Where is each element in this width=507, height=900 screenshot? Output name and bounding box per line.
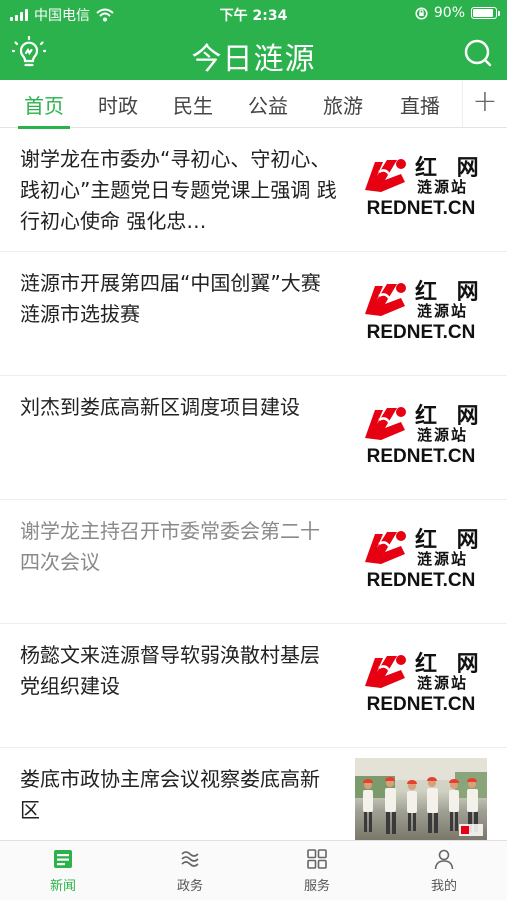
news-title: 刘杰到娄底高新区调度项目建设 xyxy=(20,395,300,419)
rednet-station: 涟源站 xyxy=(417,302,469,320)
status-bar: 中国电信 下午 2:34 90% xyxy=(0,0,507,28)
rednet-station: 涟源站 xyxy=(417,550,469,568)
rednet-mark xyxy=(365,531,406,564)
battery-group: 90% xyxy=(415,5,500,21)
grid-icon xyxy=(307,849,327,869)
tab-charity[interactable]: 公益 xyxy=(248,90,288,128)
battery-icon xyxy=(471,7,500,19)
news-item[interactable]: 谢学龙在市委办“寻初心、守初心、践初心”主题党日专题党课上强调 践行初心使命 强… xyxy=(0,128,507,252)
app-header: 今日涟源 xyxy=(0,28,507,80)
rednet-domain: REDNET.CN xyxy=(366,322,476,343)
bottom-nav: 新闻 政务 服务 我的 xyxy=(0,840,507,900)
rednet-domain: REDNET.CN xyxy=(366,446,476,467)
rednet-station: 涟源站 xyxy=(417,178,469,196)
add-tab-button[interactable]: + xyxy=(462,80,507,127)
news-title: 谢学龙在市委办“寻初心、守初心、践初心”主题党日专题党课上强调 践行初心使命 强… xyxy=(20,147,337,233)
tab-home[interactable]: 首页 xyxy=(18,90,70,129)
nav-news[interactable]: 新闻 xyxy=(0,847,126,899)
news-title: 杨懿文来涟源督导软弱涣散村基层党组织建设 xyxy=(20,643,320,698)
rednet-domain: REDNET.CN xyxy=(366,198,476,219)
rednet-domain: REDNET.CN xyxy=(366,694,476,715)
orientation-lock-icon xyxy=(415,6,428,20)
tab-livelihood[interactable]: 民生 xyxy=(173,90,213,128)
news-item[interactable]: 谢学龙主持召开市委常委会第二十四次会议 红 网涟源站 REDNET.CN xyxy=(0,500,507,624)
rednet-logo: 红 网涟源站 REDNET.CN xyxy=(355,642,487,730)
app-title: 今日涟源 xyxy=(191,42,316,77)
nav-government-label: 政务 xyxy=(176,879,203,894)
news-list: 谢学龙在市委办“寻初心、守初心、践初心”主题党日专题党课上强调 践行初心使命 强… xyxy=(0,128,507,840)
rednet-logo: 红 网涟源站 REDNET.CN xyxy=(355,270,487,358)
tabs-fade xyxy=(442,80,462,127)
rednet-logo: 红 网涟源站 REDNET.CN xyxy=(355,518,487,606)
category-tabs: 首页 时政 民生 公益 旅游 直播 + xyxy=(0,80,507,129)
nav-services[interactable]: 服务 xyxy=(254,847,380,899)
news-item[interactable]: 娄底市政协主席会议视察娄底高新区 xyxy=(0,748,507,840)
rednet-station: 涟源站 xyxy=(417,674,469,692)
user-icon xyxy=(434,849,454,870)
government-icon xyxy=(181,851,199,867)
rednet-logo: 红 网涟源站 REDNET.CN xyxy=(355,146,487,234)
news-title: 娄底市政协主席会议视察娄底高新区 xyxy=(20,767,320,822)
rednet-mark xyxy=(365,283,406,316)
tab-live[interactable]: 直播 xyxy=(400,90,440,128)
nav-profile-label: 我的 xyxy=(430,879,457,894)
rednet-logo: 红 网涟源站 REDNET.CN xyxy=(355,394,487,482)
rednet-domain: REDNET.CN xyxy=(366,570,476,591)
tab-tourism[interactable]: 旅游 xyxy=(323,90,363,128)
news-title: 涟源市开展第四届“中国创翼”大赛涟源市选拔赛 xyxy=(20,271,321,326)
nav-services-label: 服务 xyxy=(303,879,330,894)
rednet-mark xyxy=(365,655,406,688)
tab-politics[interactable]: 时政 xyxy=(98,90,138,128)
search-icon[interactable] xyxy=(463,38,493,68)
nav-news-label: 新闻 xyxy=(49,879,76,894)
battery-percent: 90% xyxy=(433,5,465,21)
nav-government[interactable]: 政务 xyxy=(127,847,253,899)
rednet-mark xyxy=(365,407,406,440)
crowd-photo xyxy=(355,758,487,836)
rednet-mark xyxy=(365,159,406,192)
rednet-station: 涟源站 xyxy=(417,426,469,444)
news-photo xyxy=(355,758,487,840)
news-item[interactable]: 杨懿文来涟源督导软弱涣散村基层党组织建设 红 网涟源站 REDNET.CN xyxy=(0,624,507,748)
news-item[interactable]: 刘杰到娄底高新区调度项目建设 红 网涟源站 REDNET.CN xyxy=(0,376,507,500)
news-icon xyxy=(54,850,72,868)
news-item[interactable]: 涟源市开展第四届“中国创翼”大赛涟源市选拔赛 红 网涟源站 REDNET.CN xyxy=(0,252,507,376)
news-title: 谢学龙主持召开市委常委会第二十四次会议 xyxy=(20,519,320,574)
nav-profile[interactable]: 我的 xyxy=(381,847,507,899)
